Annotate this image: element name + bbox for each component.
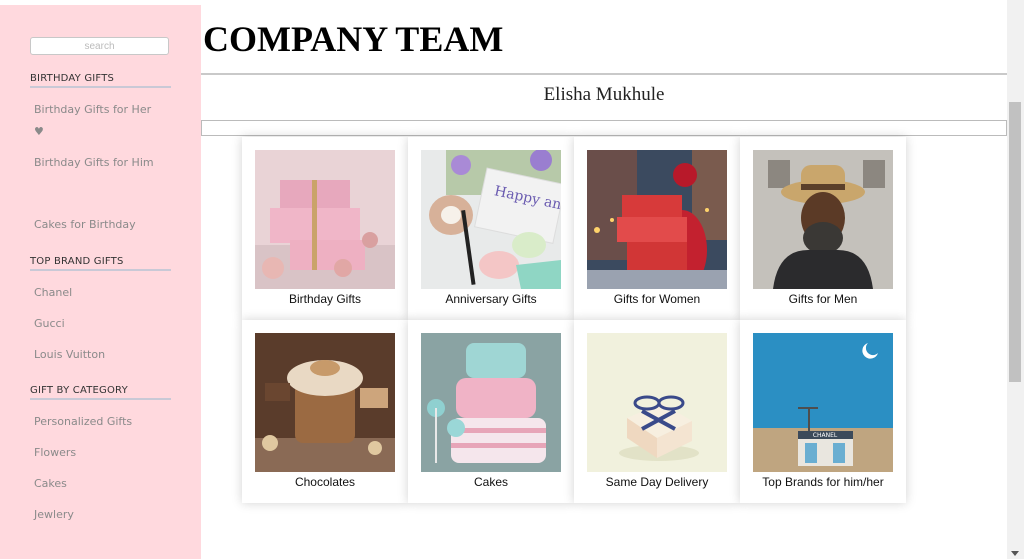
- card-anniversary-gifts[interactable]: Happy anniversary Anniversary Gifts: [408, 137, 574, 320]
- gift-category-grid: Birthday Gifts Happy anniversary Anniver…: [242, 137, 906, 503]
- card-label: Birthday Gifts: [288, 292, 362, 306]
- sidebar-link-cakes-birthday[interactable]: Cakes for Birthday: [34, 214, 154, 236]
- vertical-scrollbar[interactable]: [1007, 0, 1024, 559]
- card-label: Gifts for Women: [613, 292, 701, 306]
- sidebar-link-flowers[interactable]: Flowers: [34, 442, 154, 464]
- card-label: Anniversary Gifts: [445, 292, 537, 306]
- small-gift-box-image: [587, 333, 727, 472]
- section-title-birthday-gifts: BIRTHDAY GIFTS: [30, 73, 171, 88]
- woman-carrying-gifts-image: [587, 150, 727, 289]
- sidebar-link-chanel[interactable]: Chanel: [34, 282, 154, 304]
- empty-banner: [201, 120, 1007, 136]
- chanel-store-image: CHANEL: [753, 333, 893, 472]
- card-same-day-delivery[interactable]: Same Day Delivery: [574, 320, 740, 503]
- sidebar-link-cakes[interactable]: Cakes: [34, 473, 154, 495]
- card-top-brands[interactable]: CHANEL Top Brands for him/her: [740, 320, 906, 503]
- chocolate-cake-image: [255, 333, 395, 472]
- sidebar-link-birthday-her[interactable]: Birthday Gifts for Her ♥: [34, 99, 154, 143]
- card-birthday-gifts[interactable]: Birthday Gifts: [242, 137, 408, 320]
- pink-cake-image: [421, 333, 561, 472]
- sidebar-link-birthday-him[interactable]: Birthday Gifts for Him: [34, 152, 154, 174]
- team-member-name: Elisha Mukhule: [543, 84, 665, 105]
- page-title: COMPANY TEAM: [203, 19, 504, 59]
- man-in-hat-image: [753, 150, 893, 289]
- scroll-down-arrow-icon[interactable]: [1011, 551, 1019, 556]
- scrollbar-thumb[interactable]: [1009, 102, 1021, 382]
- card-gifts-for-women[interactable]: Gifts for Women: [574, 137, 740, 320]
- card-label: Cakes: [473, 475, 508, 489]
- sidebar-link-personalized[interactable]: Personalized Gifts: [34, 411, 154, 433]
- section-title-gift-by-category: GIFT BY CATEGORY: [30, 385, 171, 400]
- card-label: Chocolates: [294, 475, 356, 489]
- sidebar-link-jewlery[interactable]: Jewlery: [34, 504, 154, 526]
- card-label: Same Day Delivery: [605, 475, 709, 489]
- search-input[interactable]: [30, 37, 169, 55]
- happy-anniversary-card-image: Happy anniversary: [421, 150, 561, 289]
- divider: [201, 73, 1007, 75]
- card-chocolates[interactable]: Chocolates: [242, 320, 408, 503]
- pink-gift-boxes-image: [255, 150, 395, 289]
- section-title-top-brand-gifts: TOP BRAND GIFTS: [30, 256, 171, 271]
- card-label: Top Brands for him/her: [762, 475, 884, 489]
- sidebar-link-louis-vuitton[interactable]: Louis Vuitton: [34, 344, 154, 366]
- card-cakes[interactable]: Cakes: [408, 320, 574, 503]
- sidebar: BIRTHDAY GIFTS Birthday Gifts for Her ♥ …: [0, 5, 201, 559]
- sidebar-link-gucci[interactable]: Gucci: [34, 313, 154, 335]
- card-gifts-for-men[interactable]: Gifts for Men: [740, 137, 906, 320]
- card-label: Gifts for Men: [788, 292, 858, 306]
- chanel-sign-text: CHANEL: [813, 432, 838, 439]
